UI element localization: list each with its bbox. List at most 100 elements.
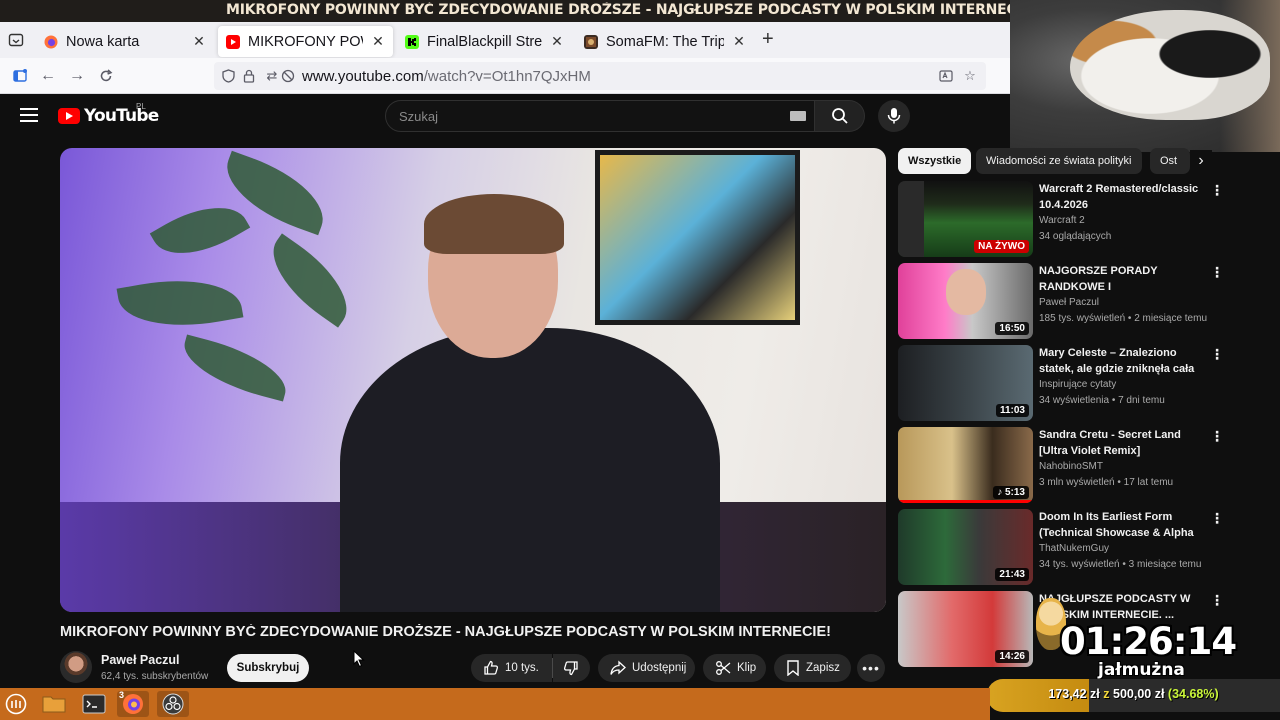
duration-badge: 14:26 xyxy=(995,650,1029,663)
dislike-button[interactable] xyxy=(553,654,590,682)
duration-badge: 16:50 xyxy=(995,322,1029,335)
duration-badge: 11:03 xyxy=(995,404,1029,417)
channel-name[interactable]: Paweł Paczul xyxy=(101,653,180,667)
url-bar[interactable]: ⇄ www.youtube.com/watch?v=Ot1hn7QJxHM ☆ xyxy=(214,62,986,90)
url-host: www.youtube.com xyxy=(302,68,424,85)
lock-icon[interactable] xyxy=(241,68,257,84)
sidebar-toggle-icon[interactable] xyxy=(10,66,30,86)
chip-recent[interactable]: Ost xyxy=(1150,148,1190,174)
reload-button[interactable] xyxy=(96,66,116,86)
cat-image xyxy=(1070,10,1270,120)
recommendation-title[interactable]: NAJGORSZE PORADY RANDKOWE I NAJDZIWNIEJS… xyxy=(1039,263,1204,295)
recommendation-channel[interactable]: ThatNukemGuy xyxy=(1039,543,1109,554)
thumbs-up-icon xyxy=(483,660,499,676)
more-horizontal-icon: ••• xyxy=(862,660,880,676)
shield-icon[interactable] xyxy=(220,68,236,84)
url-text[interactable]: www.youtube.com/watch?v=Ot1hn7QJxHM xyxy=(302,68,591,85)
close-icon[interactable]: ✕ xyxy=(550,33,564,50)
list-item[interactable]: ♪ 5:13 Sandra Cretu - Secret Land [Ultra… xyxy=(898,427,1228,505)
list-item[interactable]: 11:03 Mary Celeste – Znaleziono statek, … xyxy=(898,345,1228,423)
hamburger-menu-icon[interactable] xyxy=(20,108,38,122)
start-menu-icon[interactable] xyxy=(0,691,32,717)
permissions-icon[interactable]: ⇄ xyxy=(264,68,280,84)
translate-icon[interactable] xyxy=(938,68,954,84)
video-thumbnail[interactable]: ♪ 5:13 xyxy=(898,427,1033,503)
search-button[interactable] xyxy=(815,100,865,132)
chip-politics[interactable]: Wiadomości ze świata polityki xyxy=(976,148,1142,174)
new-tab-button[interactable]: + xyxy=(762,29,774,49)
chevron-right-icon[interactable]: › xyxy=(1190,150,1212,172)
more-actions-button[interactable]: ••• xyxy=(857,654,885,682)
recommendation-title[interactable]: Mary Celeste – Znaleziono statek, ale gd… xyxy=(1039,345,1204,377)
close-icon[interactable]: ✕ xyxy=(192,33,206,50)
window-title: MIKROFONY POWINNY BYĆ ZDECYDOWANIE DROŻS… xyxy=(226,2,1010,18)
recommendation-channel[interactable]: NahobinoSMT xyxy=(1039,461,1103,472)
share-label: Udostępnij xyxy=(632,662,687,674)
video-title: MIKROFONY POWINNY BYĆ ZDECYDOWANIE DROŻS… xyxy=(60,624,831,640)
recommendation-channel[interactable]: Warcraft 2 xyxy=(1039,215,1085,226)
more-vertical-icon[interactable]: ⋮ xyxy=(1210,265,1224,279)
donation-text: 173,42 zł z 500,00 zł (34.68%) xyxy=(987,687,1280,701)
tab-youtube[interactable]: MIKROFONY POWINNY BYĆ ZDECYDOWANIE DROŻS… xyxy=(218,26,393,57)
bookmark-star-icon[interactable]: ☆ xyxy=(962,68,978,84)
duration-badge: 21:43 xyxy=(995,568,1029,581)
like-button[interactable]: 10 tys. xyxy=(471,654,552,682)
duration-badge: ♪ 5:13 xyxy=(993,486,1029,499)
recommendation-views: 34 oglądających xyxy=(1039,231,1112,242)
video-thumbnail[interactable]: 21:43 xyxy=(898,509,1033,585)
save-button[interactable]: Zapisz xyxy=(774,654,851,682)
watch-progress-bar xyxy=(898,500,1033,503)
close-icon[interactable]: ✕ xyxy=(732,33,746,50)
voice-search-button[interactable] xyxy=(878,100,910,132)
video-thumbnail[interactable]: 14:26 xyxy=(898,591,1033,667)
donation-separator: z xyxy=(1103,687,1110,701)
share-icon xyxy=(610,660,626,676)
video-thumbnail[interactable]: 11:03 xyxy=(898,345,1033,421)
tab-kick[interactable]: FinalBlackpill Stream ✕ xyxy=(397,26,572,57)
more-vertical-icon[interactable]: ⋮ xyxy=(1210,593,1224,607)
clip-button[interactable]: Klip xyxy=(703,654,766,682)
stream-timer-label: jałmużna xyxy=(1098,660,1185,680)
more-vertical-icon[interactable]: ⋮ xyxy=(1210,511,1224,525)
recommendation-views: 3 mln wyświetleń • 17 lat temu xyxy=(1039,477,1174,488)
more-vertical-icon[interactable]: ⋮ xyxy=(1210,429,1224,443)
recommendation-title[interactable]: Warcraft 2 Remastered/classic 10.4.2026 xyxy=(1039,181,1204,213)
list-all-tabs-icon[interactable] xyxy=(8,32,24,48)
obs-icon[interactable] xyxy=(157,691,189,717)
clip-label: Klip xyxy=(737,662,757,674)
forward-button[interactable]: → xyxy=(67,66,87,86)
list-item[interactable]: 21:43 Doom In Its Earliest Form (Technic… xyxy=(898,509,1228,587)
tab-somafm[interactable]: SomaFM: The Trip Sc ✕ xyxy=(576,26,754,57)
files-icon[interactable] xyxy=(38,691,70,717)
tab-new[interactable]: Nowa karta ✕ xyxy=(36,26,214,57)
youtube-logo[interactable]: YouTube PL xyxy=(58,102,159,126)
more-vertical-icon[interactable]: ⋮ xyxy=(1210,183,1224,197)
back-button[interactable]: ← xyxy=(38,66,58,86)
list-item[interactable]: 16:50 NAJGORSZE PORADY RANDKOWE I NAJDZI… xyxy=(898,263,1228,341)
country-code: PL xyxy=(136,102,146,111)
live-badge: NA ŻYWO xyxy=(974,240,1029,253)
autoplay-blocked-icon[interactable] xyxy=(280,68,296,84)
recommendation-title[interactable]: Sandra Cretu - Secret Land [Ultra Violet… xyxy=(1039,427,1204,459)
firefox-taskbar-icon[interactable]: 3 xyxy=(117,690,149,717)
channel-avatar[interactable] xyxy=(60,651,92,683)
list-item[interactable]: NA ŻYWO Warcraft 2 Remastered/classic 10… xyxy=(898,181,1228,259)
video-player[interactable] xyxy=(60,148,886,612)
video-thumbnail[interactable]: 16:50 xyxy=(898,263,1033,339)
recommendation-title[interactable]: Doom In Its Earliest Form (Technical Sho… xyxy=(1039,509,1204,541)
microphone-icon xyxy=(887,108,901,124)
recommendation-channel[interactable]: Paweł Paczul xyxy=(1039,297,1099,308)
keyboard-icon[interactable] xyxy=(790,111,806,121)
thumbs-down-icon xyxy=(563,660,579,676)
search-input[interactable]: Szukaj xyxy=(385,100,815,132)
close-icon[interactable]: ✕ xyxy=(371,33,385,50)
terminal-icon[interactable] xyxy=(78,691,110,717)
share-button[interactable]: Udostępnij xyxy=(598,654,695,682)
recommendation-channel[interactable]: Inspirujące cytaty xyxy=(1039,379,1116,390)
video-thumbnail[interactable]: NA ŻYWO xyxy=(898,181,1033,257)
chip-all[interactable]: Wszystkie xyxy=(898,148,972,174)
more-vertical-icon[interactable]: ⋮ xyxy=(1210,347,1224,361)
somafm-icon xyxy=(584,34,598,49)
tab-label: Nowa karta xyxy=(66,33,140,50)
subscribe-button[interactable]: Subskrybuj xyxy=(227,654,309,682)
